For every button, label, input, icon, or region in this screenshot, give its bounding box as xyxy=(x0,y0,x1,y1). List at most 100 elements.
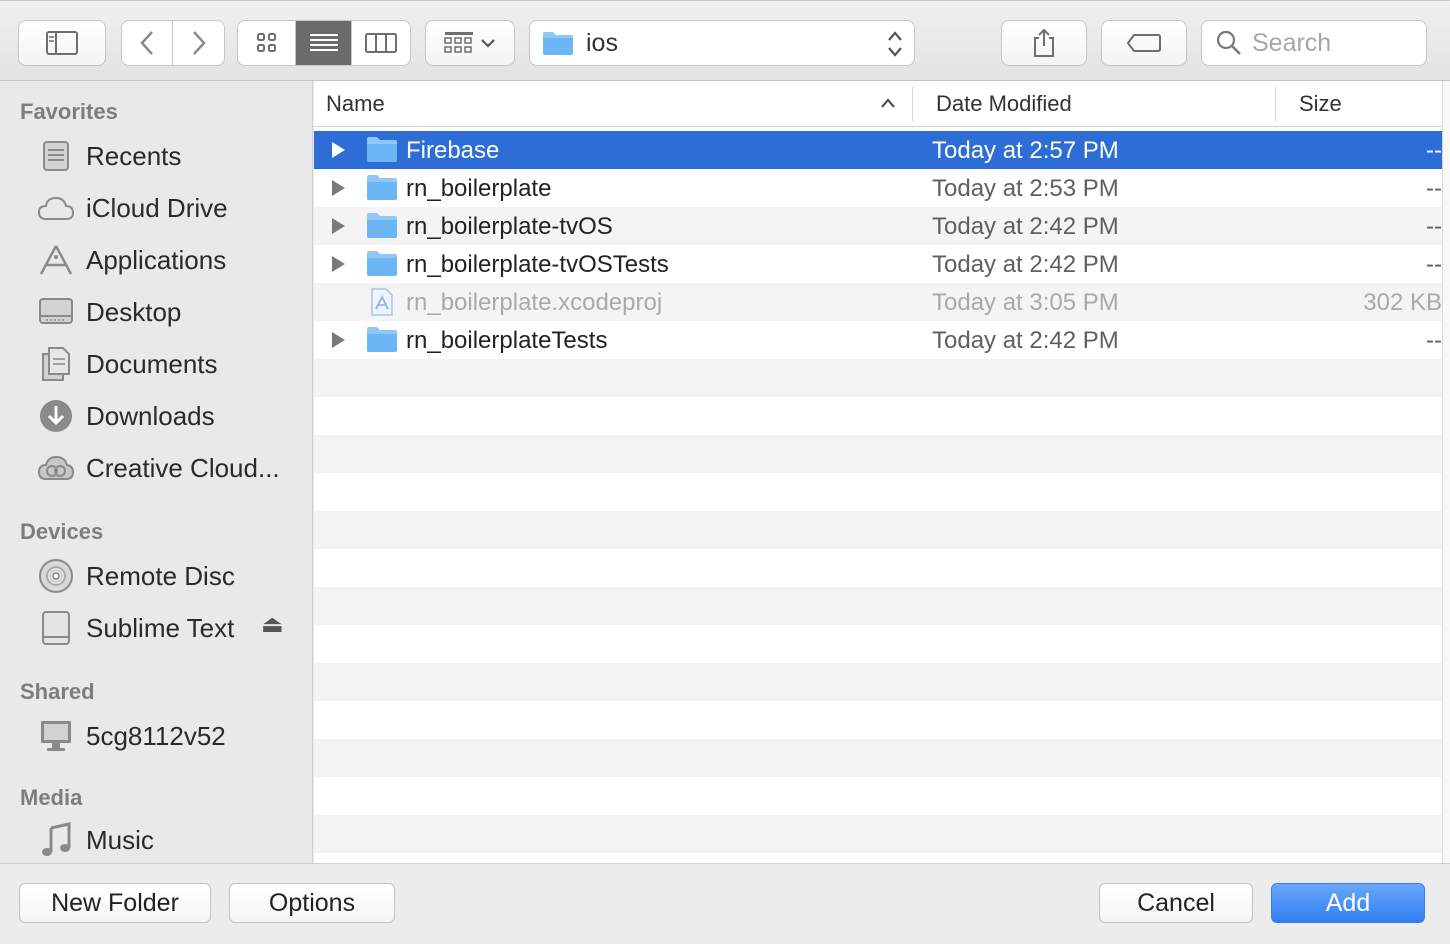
sidebar-item-remote-disc[interactable]: Remote Disc xyxy=(36,556,306,596)
cloud-icon xyxy=(36,188,76,228)
sidebar-item-applications[interactable]: Applications xyxy=(36,240,306,280)
column-name-header[interactable]: Name xyxy=(326,91,385,117)
empty-row xyxy=(314,663,1442,701)
disclosure-triangle-icon[interactable] xyxy=(330,254,346,274)
devices-heading: Devices xyxy=(20,519,104,544)
creative-cloud-icon xyxy=(36,448,76,488)
sidebar-item-label: 5cg8112v52 xyxy=(86,720,226,751)
new-folder-button[interactable]: New Folder xyxy=(19,883,211,923)
disclosure-triangle-icon[interactable] xyxy=(330,216,346,236)
file-name: rn_boilerplateTests xyxy=(406,327,608,354)
file-size: -- xyxy=(1426,251,1442,278)
file-list: Name Date Modified Size Firebase Today a… xyxy=(314,81,1442,863)
file-size: 302 KB xyxy=(1363,289,1442,316)
desktop-icon xyxy=(36,292,76,332)
sidebar-icon xyxy=(46,31,78,55)
tag-icon xyxy=(1126,34,1161,52)
icon-view-icon xyxy=(256,33,276,52)
sidebar-item-label: Creative Cloud... xyxy=(86,452,280,483)
add-button[interactable]: Add xyxy=(1271,883,1425,923)
search-input[interactable] xyxy=(1252,28,1422,58)
sidebar-item-label: Recents xyxy=(86,140,182,171)
drive-icon xyxy=(36,608,76,648)
column-view-button[interactable] xyxy=(352,21,410,65)
sidebar-item-sublime-text[interactable]: Sublime Text ⏏ xyxy=(36,608,306,648)
share-button[interactable] xyxy=(1001,20,1087,66)
sidebar-item-label: Documents xyxy=(86,348,218,379)
sidebar-item-label: Applications xyxy=(86,244,227,275)
file-name: rn_boilerplate xyxy=(406,175,552,202)
file-name: rn_boilerplate-tvOS xyxy=(406,213,613,240)
folder-icon xyxy=(367,251,397,276)
xcodeproj-icon xyxy=(371,288,393,316)
empty-row xyxy=(314,587,1442,625)
sidebar-item-5cg8112v52[interactable]: 5cg8112v52 xyxy=(36,716,306,756)
disclosure-triangle-icon[interactable] xyxy=(330,140,346,160)
column-separator[interactable] xyxy=(912,87,913,121)
back-button[interactable] xyxy=(122,21,174,65)
file-row-firebase[interactable]: Firebase Today at 2:57 PM -- xyxy=(314,131,1442,169)
folder-icon xyxy=(367,327,397,352)
empty-row xyxy=(314,435,1442,473)
column-date-header[interactable]: Date Modified xyxy=(936,91,1072,117)
media-heading: Media xyxy=(20,785,83,810)
disclosure-triangle-icon[interactable] xyxy=(330,330,346,350)
recents-icon xyxy=(36,136,76,176)
column-size-header[interactable]: Size xyxy=(1299,91,1342,117)
computer-icon xyxy=(36,716,76,756)
sidebar-item-label: iCloud Drive xyxy=(86,192,228,223)
options-button[interactable]: Options xyxy=(229,883,395,923)
sidebar-item-recents[interactable]: Recents xyxy=(36,136,306,176)
window-edge xyxy=(1442,81,1450,863)
file-size: -- xyxy=(1426,327,1442,354)
sidebar-item-desktop[interactable]: Desktop xyxy=(36,292,306,332)
chevron-right-icon xyxy=(192,31,206,55)
current-folder-label: ios xyxy=(586,28,618,57)
share-icon xyxy=(1034,28,1054,57)
column-view-icon xyxy=(365,33,397,53)
search-field[interactable] xyxy=(1201,20,1427,66)
sort-ascending-icon[interactable] xyxy=(880,97,896,109)
file-row-rn-boilerplate[interactable]: rn_boilerplate Today at 2:53 PM -- xyxy=(314,169,1442,207)
sidebar-item-downloads[interactable]: Downloads xyxy=(36,396,306,436)
music-icon xyxy=(36,820,76,860)
sidebar-toggle-button[interactable] xyxy=(18,20,106,66)
sidebar-item-icloud-drive[interactable]: iCloud Drive xyxy=(36,188,306,228)
file-row-rn-boilerplate-tvostests[interactable]: rn_boilerplate-tvOSTests Today at 2:42 P… xyxy=(314,245,1442,283)
file-size: -- xyxy=(1426,137,1442,164)
file-date: Today at 2:53 PM xyxy=(932,175,1119,202)
eject-icon[interactable]: ⏏ xyxy=(261,610,284,639)
file-row-rn-boilerplate-xcodeproj: rn_boilerplate.xcodeproj Today at 3:05 P… xyxy=(314,283,1442,321)
downloads-icon xyxy=(36,396,76,436)
list-view-icon xyxy=(309,34,338,51)
file-date: Today at 2:42 PM xyxy=(932,251,1119,278)
forward-button[interactable] xyxy=(173,21,224,65)
group-by-button[interactable] xyxy=(425,20,515,66)
disclosure-triangle-icon[interactable] xyxy=(330,178,346,198)
chevron-down-icon xyxy=(481,39,495,48)
location-popup[interactable]: ios xyxy=(529,20,915,66)
sidebar-item-label: Desktop xyxy=(86,296,182,327)
empty-row xyxy=(314,739,1442,777)
file-date: Today at 2:42 PM xyxy=(932,327,1119,354)
file-row-rn-boilerplate-tvos[interactable]: rn_boilerplate-tvOS Today at 2:42 PM -- xyxy=(314,207,1442,245)
column-separator[interactable] xyxy=(1275,87,1276,121)
list-view-button[interactable] xyxy=(296,21,352,65)
sidebar-item-documents[interactable]: Documents xyxy=(36,344,306,384)
sidebar-item-label: Music xyxy=(86,824,154,855)
gallery-grid-icon xyxy=(444,32,473,53)
icon-view-button[interactable] xyxy=(238,21,296,65)
sidebar-item-creative-cloud[interactable]: Creative Cloud... xyxy=(36,448,306,488)
sidebar-item-label: Sublime Text xyxy=(86,612,235,643)
empty-row xyxy=(314,511,1442,549)
disc-icon xyxy=(36,556,76,596)
sidebar-item-label: Downloads xyxy=(86,400,215,431)
tags-button[interactable] xyxy=(1101,20,1187,66)
sidebar-item-music[interactable]: Music xyxy=(36,820,306,860)
file-size: -- xyxy=(1426,175,1442,202)
view-mode-control xyxy=(237,20,411,66)
folder-icon xyxy=(367,137,397,162)
applications-icon xyxy=(36,240,76,280)
file-row-rn-boilerplatetests[interactable]: rn_boilerplateTests Today at 2:42 PM -- xyxy=(314,321,1442,359)
cancel-button[interactable]: Cancel xyxy=(1099,883,1253,923)
